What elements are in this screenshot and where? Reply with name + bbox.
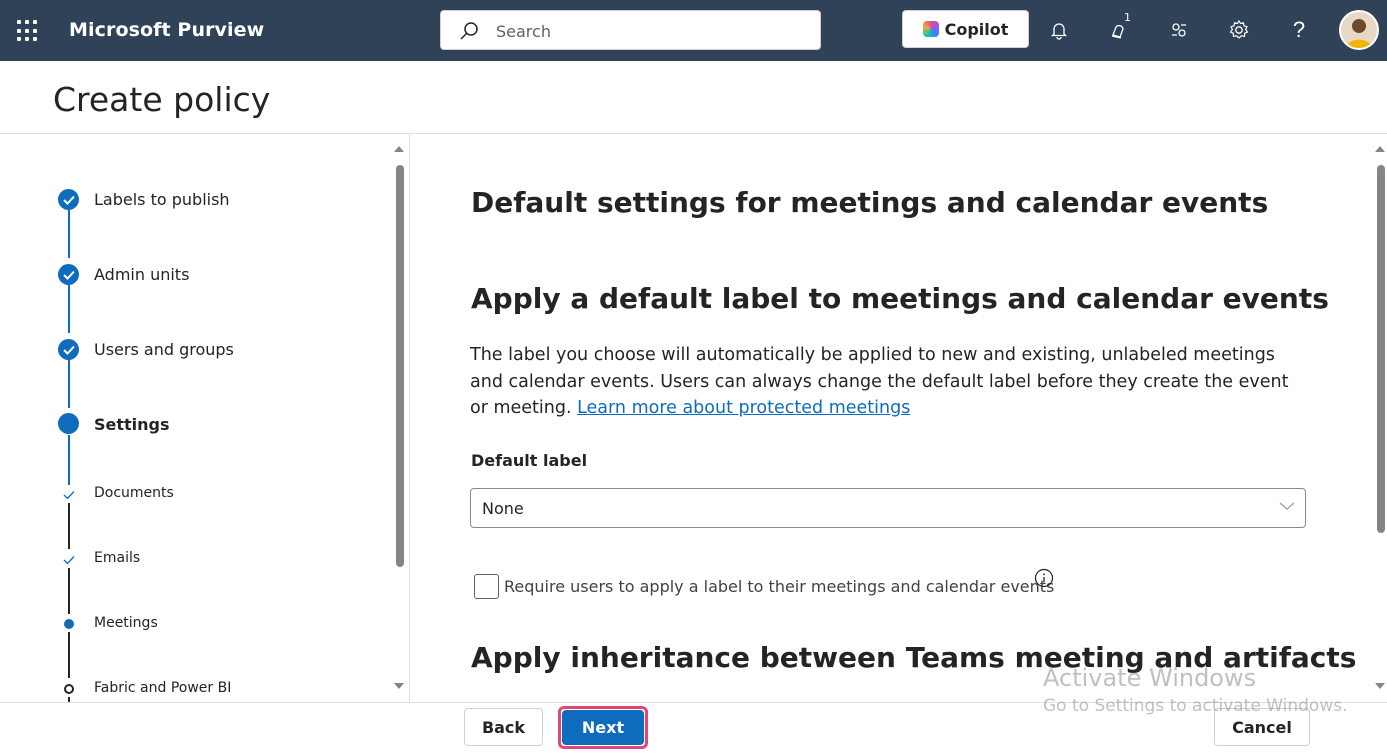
section-heading: Default settings for meetings and calend… [471,186,1269,219]
search-input[interactable]: Search [440,10,821,50]
substep-current-icon [64,619,74,629]
substep-fabric-and-power-bi[interactable]: Fabric and Power BI [94,680,231,696]
require-label-checkbox-label: Require users to apply a label to their … [504,577,1055,596]
step-connector [68,210,70,258]
substep-done-icon [63,491,75,500]
step-connector [68,285,70,333]
copilot-icon [922,21,939,37]
step-settings[interactable]: Settings [94,415,170,434]
scroll-up-arrow-icon[interactable] [1374,145,1386,153]
activate-windows-subtext: Go to Settings to activate Windows. [1043,696,1348,716]
step-connector [68,435,70,485]
info-icon[interactable] [1034,568,1054,588]
page-title: Create policy [53,80,271,119]
scroll-down-arrow-icon[interactable] [1374,682,1386,690]
step-users-and-groups[interactable]: Users and groups [94,340,234,359]
back-button[interactable]: Back [464,708,543,746]
search-icon [460,22,478,40]
require-label-checkbox[interactable] [474,574,499,599]
default-label-dropdown[interactable]: None [470,488,1306,528]
default-label-description: The label you choose will automatically … [470,342,1305,422]
step-current-icon [58,413,79,434]
right-scrollbar-thumb[interactable] [1377,165,1385,533]
step-done-icon [58,264,79,285]
help-icon[interactable]: ? [1285,16,1313,44]
default-label-value: None [482,499,524,518]
app-launcher-icon[interactable] [17,20,39,42]
chevron-down-icon [1279,502,1295,510]
substep-documents[interactable]: Documents [94,485,174,501]
copilot-label: Copilot [944,19,1009,39]
search-placeholder: Search [496,22,551,41]
avatar[interactable] [1339,10,1379,50]
scroll-down-arrow-icon[interactable] [393,682,405,690]
top-bar: Microsoft Purview Search Copilot 1 ? [0,0,1387,61]
substep-todo-icon [64,684,74,694]
step-connector [68,632,70,678]
step-connector [68,503,70,549]
default-label-field-title: Default label [471,451,588,470]
activate-windows-watermark: Activate Windows [1043,664,1257,692]
scroll-up-arrow-icon[interactable] [393,145,405,153]
step-admin-units[interactable]: Admin units [94,265,189,284]
learn-more-link[interactable]: Learn more about protected meetings [577,398,910,418]
next-button[interactable]: Next [562,710,644,745]
substep-meetings[interactable]: Meetings [94,615,158,631]
bell-icon[interactable] [1045,16,1073,44]
share-icon[interactable] [1165,16,1193,44]
substep-done-icon [63,556,75,565]
step-connector [68,568,70,614]
left-scrollbar-thumb[interactable] [396,165,404,567]
step-done-icon [58,189,79,210]
gear-icon[interactable] [1225,16,1253,44]
substep-emails[interactable]: Emails [94,550,140,566]
app-title[interactable]: Microsoft Purview [69,19,264,41]
default-label-heading: Apply a default label to meetings and ca… [471,282,1329,315]
notification-badge: 1 [1124,11,1131,24]
step-done-icon [58,339,79,360]
step-labels-to-publish[interactable]: Labels to publish [94,190,230,209]
copilot-button[interactable]: Copilot [902,10,1029,48]
step-connector [68,360,70,408]
